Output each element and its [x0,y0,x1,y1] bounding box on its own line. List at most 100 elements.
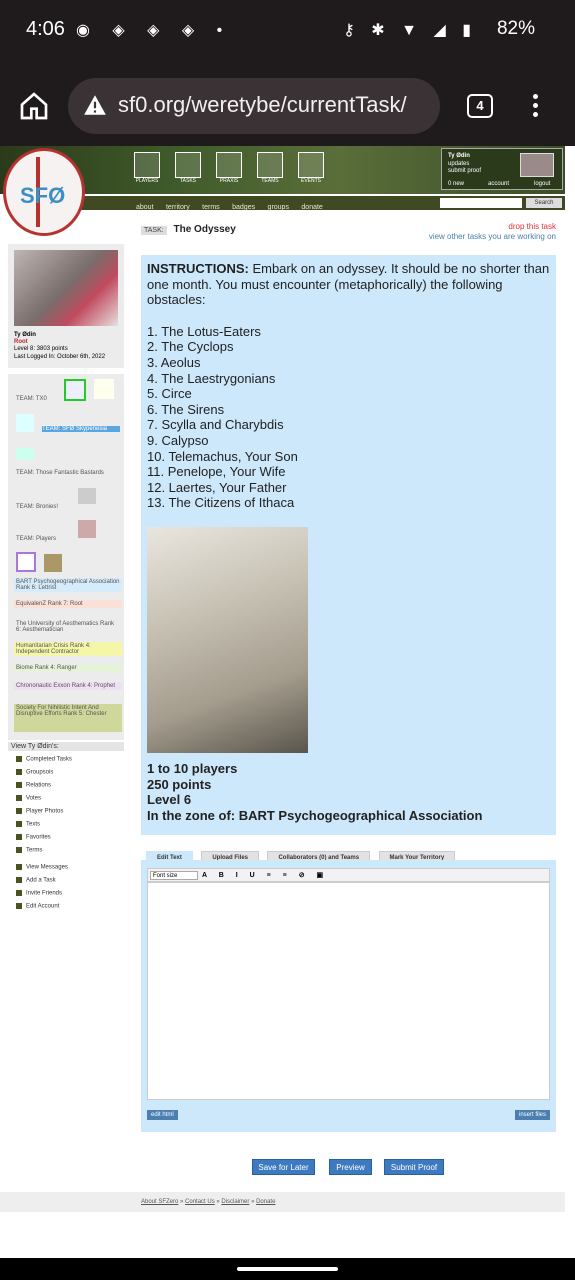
team-badge[interactable]: TEAM: Players [16,536,56,542]
user-avatar[interactable] [520,153,554,177]
view-list-header: View Ty Ødin's: [8,742,124,751]
obstacle-item: 12. Laertes, Your Father [147,479,287,495]
view-list-item[interactable]: Player Photos [16,808,124,816]
footer-contact-link[interactable]: Contact Us [185,1199,215,1205]
rank-badge[interactable]: EquivalenZ Rank 7: Root [14,600,122,608]
subnav-groups[interactable]: groups [268,204,289,211]
save-for-later-button[interactable]: Save for Later [252,1159,315,1175]
team-logo[interactable] [16,414,34,432]
drop-task-link[interactable]: drop this task [508,222,556,231]
subnav-terms[interactable]: terms [202,204,220,211]
subnav-badges[interactable]: badges [232,204,255,211]
edit-html-button[interactable]: edit html [147,1110,178,1120]
profile-card: Ty Ødin Root Level 8: 3803 points Last L… [8,244,124,368]
odysseus-statue-image [147,527,308,753]
team-badge[interactable]: TEAM: Those Fantastic Bastards [16,470,104,476]
team-badge[interactable]: TEAM: Bronies! [16,504,58,510]
account-list-item[interactable]: View Messages [16,864,124,872]
task-players: 1 to 10 players [147,761,238,776]
team-badge[interactable]: TEAM: SFØ Skypenesia [42,426,120,432]
site-search-input[interactable] [440,198,522,208]
view-list-item[interactable]: Relations [16,782,124,790]
editor-panel: Font size A B I U ≡ ≡ ⊘ ▣ edit html inse… [141,860,556,1132]
obstacle-item: 11. Penelope, Your Wife [147,464,286,480]
team-badge[interactable]: TEAM: TX0 [16,396,47,402]
view-list-item[interactable]: Terms [16,847,124,855]
url-text[interactable]: sf0.org/weretybe/currentTask/ [118,92,407,118]
view-list-item[interactable]: Completed Tasks [16,756,124,764]
status-bar: 4:06 ◉ ◈ ◈ ◈ • ⚷ ✱ ▼ ◢ ▮ 82% [0,0,575,64]
profile-photo[interactable] [14,250,118,326]
overflow-menu-icon[interactable] [528,92,542,120]
preview-button[interactable]: Preview [329,1159,372,1175]
sub-navigation: about territory terms badges groups dona… [80,196,565,211]
submit-proof-button[interactable]: Submit Proof [384,1159,444,1175]
obstacle-item: 13. The Citizens of Ithaca [147,495,295,511]
logout-link[interactable]: logout [534,181,550,187]
proof-text-editor[interactable] [147,882,550,1100]
rank-badge[interactable]: Biome Rank 4: Ranger [14,664,122,672]
home-gesture-handle[interactable] [237,1267,338,1271]
badges-panel: TEAM: TX0 TEAM: SFØ Skypenesia TEAM: Tho… [8,374,124,740]
site-search-button[interactable]: Search [526,198,562,208]
nav-teams[interactable]: TEAMS [256,152,284,186]
account-list-item[interactable]: Edit Account [16,903,124,911]
account-list-item[interactable]: Add a Task [16,877,124,885]
user-name[interactable]: Ty Ødin [448,153,470,159]
font-size-select[interactable]: Font size [150,871,198,880]
rank-badge[interactable]: The University of Aesthematics Rank 6: A… [14,620,122,634]
team-logo[interactable] [16,552,36,572]
obstacle-item: 2. The Cyclops [147,339,234,355]
rank-badge[interactable]: Humanitarian Crisis Rank 4: Independent … [14,642,122,656]
address-bar[interactable]: sf0.org/weretybe/currentTask/ [68,78,440,134]
obstacle-item: 5. Circe [147,386,192,402]
profile-name[interactable]: Ty Ødin [14,332,36,338]
team-logo[interactable] [78,488,96,504]
task-tag: TASK: [141,226,167,235]
rank-badge[interactable]: BART Psychogeographical Association Rank… [14,578,122,592]
tab-switcher-button[interactable]: 4 [467,94,493,118]
rank-badge[interactable]: Society For Nihilistic Intent And Disrup… [14,704,122,732]
obstacle-item: 10. Telemachus, Your Son [147,448,298,464]
view-list-item[interactable]: Groupsois [16,769,124,777]
footer-donate-link[interactable]: Donate [256,1199,275,1205]
instructions-panel: INSTRUCTIONS: Embark on an odyssey. It s… [141,255,556,835]
warning-icon[interactable] [82,92,108,118]
browser-toolbar: sf0.org/weretybe/currentTask/ 4 [0,64,575,146]
team-logo[interactable] [16,448,34,460]
nav-praxis[interactable]: PRAXIS [215,152,243,186]
nav-events[interactable]: EVENTS [297,152,325,186]
view-other-tasks-link[interactable]: view other tasks you are working on [429,232,556,241]
sf0-logo[interactable]: SFØ [3,148,85,236]
subnav-donate[interactable]: donate [301,204,322,211]
view-list-item[interactable]: Votes [16,795,124,803]
view-list-item[interactable]: Favorites [16,834,124,842]
nav-tasks[interactable]: TASKS [174,152,202,186]
submit-proof-link[interactable]: submit proof [448,168,481,174]
format-buttons[interactable]: A B I U ≡ ≡ ⊘ ▣ [202,871,328,879]
home-icon[interactable] [18,90,50,122]
rank-badge[interactable]: Chrononautic Exxon Rank 4: Prophet [14,682,122,690]
footer-disclaimer-link[interactable]: Disclaimer [221,1199,249,1205]
view-list-item[interactable]: Texts [16,821,124,829]
task-level: Level 6 [147,792,192,808]
view-list: View Ty Ødin's: Completed Tasks Groupsoi… [8,742,124,911]
left-column: Ty Ødin Root Level 8: 3803 points Last L… [8,244,124,740]
footer-about-link[interactable]: About SFZero [141,1199,178,1205]
task-meta: 1 to 10 players 250 points Level 6 In th… [147,761,482,823]
messages-new-link[interactable]: 0 new [448,181,464,187]
team-logo[interactable] [78,520,96,538]
subnav-about[interactable]: about [136,204,154,211]
account-list-item[interactable]: Invite Friends [16,890,124,898]
updates-link[interactable]: updates [448,161,469,167]
nav-players[interactable]: PLAYERS [133,152,161,186]
user-bar: 0 new account logout [442,180,562,190]
obstacle-item: 1. The Lotus-Eaters [147,323,261,339]
subnav-territory[interactable]: territory [166,204,190,211]
team-logo[interactable] [64,379,86,401]
team-logo[interactable] [44,554,62,572]
insert-files-button[interactable]: insert files [514,1110,550,1120]
footer-links: About SFZero » Contact Us » Disclaimer »… [141,1199,276,1205]
account-link[interactable]: account [488,181,509,187]
flower-icon[interactable] [94,379,114,399]
